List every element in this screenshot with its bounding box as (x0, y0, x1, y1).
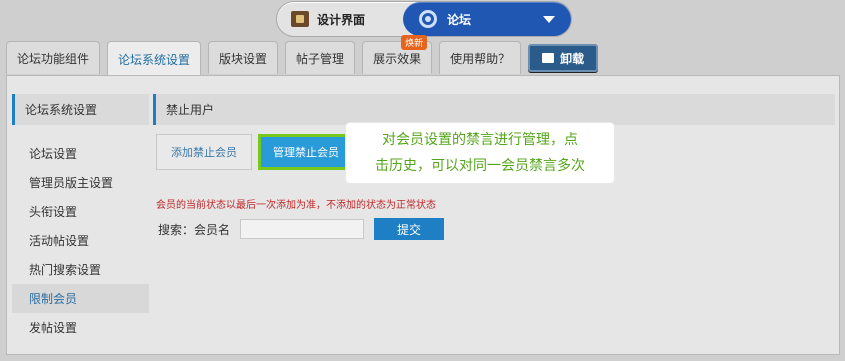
member-name-input[interactable] (240, 219, 365, 239)
new-badge: 焕新 (401, 35, 428, 50)
tab-label: 帖子管理 (296, 51, 345, 66)
tab-display-effects[interactable]: 展示效果 焕新 (362, 35, 433, 74)
sidebar-item-admin-moderator[interactable]: 管理员版主设置 (12, 168, 149, 197)
tab-board-settings[interactable]: 版块设置 (208, 41, 279, 74)
tooltip-line-2: 击历史，可以对同一会员禁言多次 (375, 158, 585, 174)
tab-forum-system-settings[interactable]: 论坛系统设置 (107, 41, 202, 76)
sidebar: 论坛系统设置 论坛设置 管理员版主设置 头衔设置 活动帖设置 热门搜索设置 限制… (12, 94, 149, 342)
status-warning: 会员的当前状态以最后一次添加为准，不添加的状态为正常状态 (156, 200, 436, 211)
tooltip-line-1: 对会员设置的禁言进行管理，点 (382, 132, 578, 148)
design-icon (291, 11, 309, 27)
tab-post-management[interactable]: 帖子管理 (285, 41, 356, 74)
tab-forum-components[interactable]: 论坛功能组件 (6, 41, 101, 74)
main-tabs: 论坛功能组件 论坛系统设置 版块设置 帖子管理 展示效果 焕新 使用帮助？ 卸载 (6, 35, 599, 76)
sidebar-title: 论坛系统设置 (12, 94, 149, 125)
sidebar-item-forum-settings[interactable]: 论坛设置 (12, 139, 149, 168)
tab-label: 版块设置 (219, 51, 268, 66)
sidebar-item-restrict-members[interactable]: 限制会员 (12, 284, 149, 313)
tab-label: 展示效果 (373, 51, 422, 66)
sidebar-list: 论坛设置 管理员版主设置 头衔设置 活动帖设置 热门搜索设置 限制会员 发帖设置 (12, 139, 149, 342)
content-area: 禁止用户 添加禁止会员 管理禁止会员 会员的当前状态以最后一次添加为准，不添加的… (153, 94, 835, 240)
unload-icon (542, 53, 555, 63)
forum-label: 论坛 (447, 12, 472, 27)
search-row: 搜索：会员名 提交 (158, 218, 445, 240)
tab-help[interactable]: 使用帮助？ (439, 41, 522, 74)
design-view-button[interactable]: 设计界面 (277, 2, 403, 36)
chevron-down-icon (543, 16, 555, 23)
subtabs: 添加禁止会员 管理禁止会员 (156, 134, 354, 170)
add-banned-member-tab[interactable]: 添加禁止会员 (156, 134, 252, 170)
sidebar-item-hot-search[interactable]: 热门搜索设置 (12, 255, 149, 284)
submit-button[interactable]: 提交 (374, 218, 445, 240)
forum-dropdown[interactable]: 论坛 (403, 2, 571, 36)
section-title: 禁止用户 (153, 94, 835, 125)
editor-forum-switcher: 设计界面 论坛 (276, 1, 572, 37)
tab-label: 论坛功能组件 (17, 51, 90, 66)
manage-banned-member-tab[interactable]: 管理禁止会员 (258, 134, 354, 170)
unload-label: 卸载 (560, 51, 585, 66)
sidebar-item-titles[interactable]: 头衔设置 (12, 197, 149, 226)
design-view-label: 设计界面 (317, 12, 366, 27)
sidebar-item-posting[interactable]: 发帖设置 (12, 313, 149, 342)
unload-button[interactable]: 卸载 (528, 44, 599, 72)
tab-label: 论坛系统设置 (118, 52, 191, 67)
tab-label: 使用帮助？ (450, 51, 511, 66)
settings-panel: 论坛系统设置 论坛设置 管理员版主设置 头衔设置 活动帖设置 热门搜索设置 限制… (6, 75, 840, 355)
tooltip-callout: 对会员设置的禁言进行管理，点 击历史，可以对同一会员禁言多次 (346, 123, 614, 183)
sidebar-item-activity-posts[interactable]: 活动帖设置 (12, 226, 149, 255)
search-label: 搜索：会员名 (158, 222, 231, 237)
gear-icon (419, 10, 437, 28)
